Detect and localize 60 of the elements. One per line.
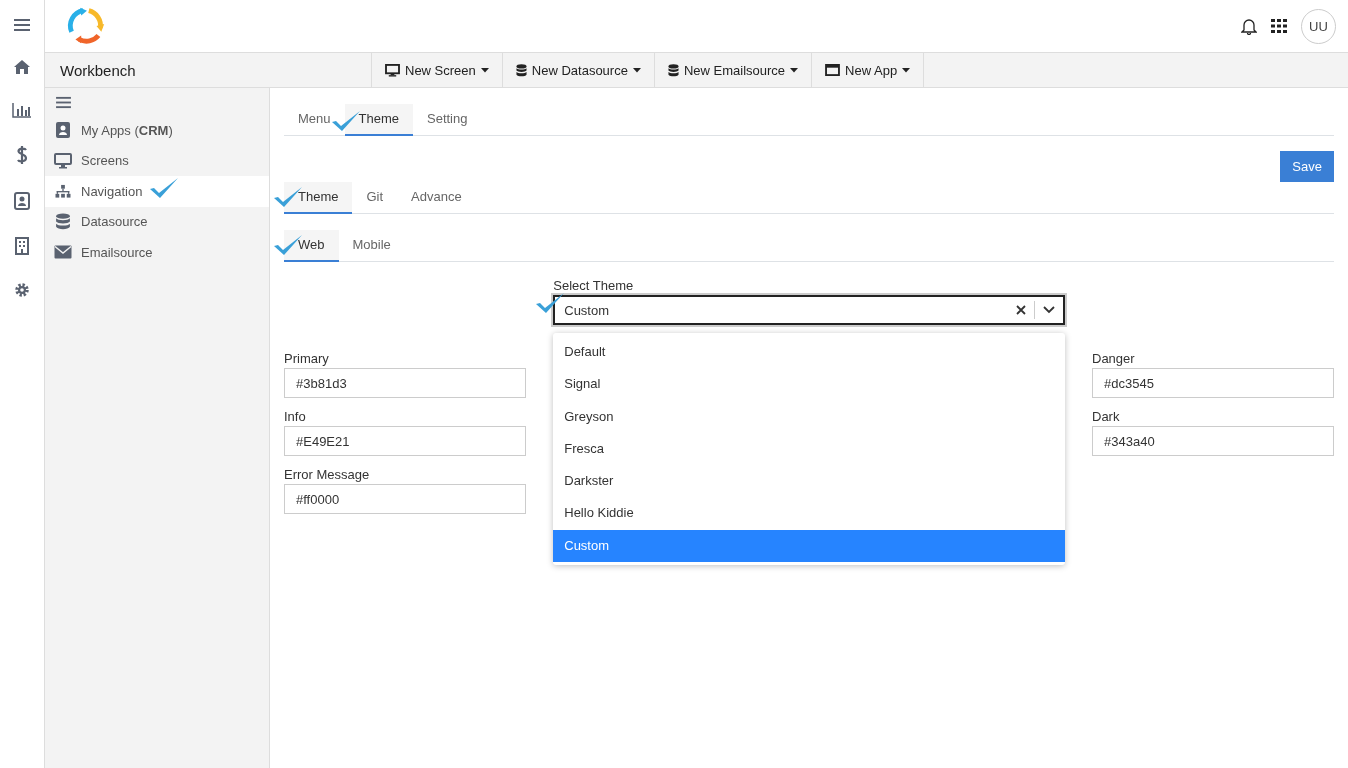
monitor-icon: [385, 63, 400, 77]
field-label: Error Message: [284, 467, 371, 482]
database-icon: [54, 213, 72, 231]
sidebar-item[interactable]: My Apps (CRM): [45, 115, 269, 146]
tab[interactable]: Mobile: [338, 230, 405, 262]
envelope-icon: [54, 245, 72, 260]
menu-icon[interactable]: [14, 18, 30, 32]
tab[interactable]: Setting: [413, 104, 482, 136]
dropdown-option[interactable]: Greyson: [553, 400, 1065, 433]
building-icon[interactable]: [15, 237, 29, 255]
field-label: Info: [284, 409, 307, 424]
caret-icon: [632, 67, 641, 73]
caret-icon: [480, 67, 489, 73]
save-button[interactable]: Save: [1280, 151, 1334, 182]
dropdown-option[interactable]: Default: [553, 336, 1065, 369]
sidebar-item[interactable]: Navigation: [45, 176, 269, 207]
color-input-field[interactable]: #ff0000: [284, 484, 526, 514]
field-label: Danger: [1092, 351, 1136, 366]
dropdown-option[interactable]: Fresca: [553, 432, 1065, 466]
settings-icon[interactable]: [14, 282, 30, 298]
color-input-field[interactable]: #343a40: [1092, 426, 1334, 456]
home-icon[interactable]: [13, 59, 31, 75]
color-input-field[interactable]: #3b81d3: [284, 368, 526, 398]
menu-icon[interactable]: [56, 96, 71, 109]
user-avatar[interactable]: UU: [1301, 8, 1336, 44]
contact-book-icon[interactable]: [14, 192, 30, 210]
caret-icon: [790, 67, 799, 73]
tab[interactable]: Theme: [344, 104, 413, 136]
color-input-field[interactable]: #E49E21: [284, 426, 526, 456]
contact-book-icon: [54, 121, 72, 140]
field-label: Dark: [1092, 409, 1121, 424]
dollar-icon[interactable]: [16, 145, 28, 165]
color-input-field[interactable]: #dc3545: [1092, 368, 1334, 398]
theme-select[interactable]: Custom: [553, 295, 1065, 325]
sidebar-item[interactable]: Screens: [45, 145, 269, 176]
clear-icon[interactable]: [1015, 305, 1026, 315]
field-label: Primary: [284, 351, 330, 366]
dropdown-option[interactable]: Darkster: [553, 465, 1065, 498]
monitor-icon: [54, 152, 72, 169]
tab[interactable]: Git: [352, 182, 398, 214]
dropdown-option[interactable]: Hello Kiddie: [553, 497, 1065, 530]
caret-icon: [902, 67, 911, 73]
dropdown-option[interactable]: Custom: [553, 529, 1065, 563]
sidebar-item[interactable]: Datasource: [45, 206, 269, 237]
tab[interactable]: Theme: [284, 182, 353, 214]
dropdown-option[interactable]: Signal: [553, 368, 1065, 401]
window-icon: [825, 64, 841, 76]
apps-grid-icon[interactable]: [1271, 19, 1287, 33]
workbench-title: Workbench: [60, 61, 136, 79]
chevron-down-icon[interactable]: [1042, 306, 1055, 314]
bar-chart-icon[interactable]: [12, 102, 32, 118]
tab[interactable]: Advance: [397, 182, 476, 214]
tab[interactable]: Menu: [284, 104, 345, 136]
sidebar-item[interactable]: Emailsource: [45, 237, 269, 268]
bell-icon[interactable]: [1241, 17, 1257, 35]
database-icon: [515, 63, 527, 77]
tab[interactable]: Web: [284, 230, 339, 262]
sitemap-icon: [54, 183, 72, 199]
database-icon: [667, 63, 679, 77]
field-label: Select Theme: [553, 278, 635, 293]
